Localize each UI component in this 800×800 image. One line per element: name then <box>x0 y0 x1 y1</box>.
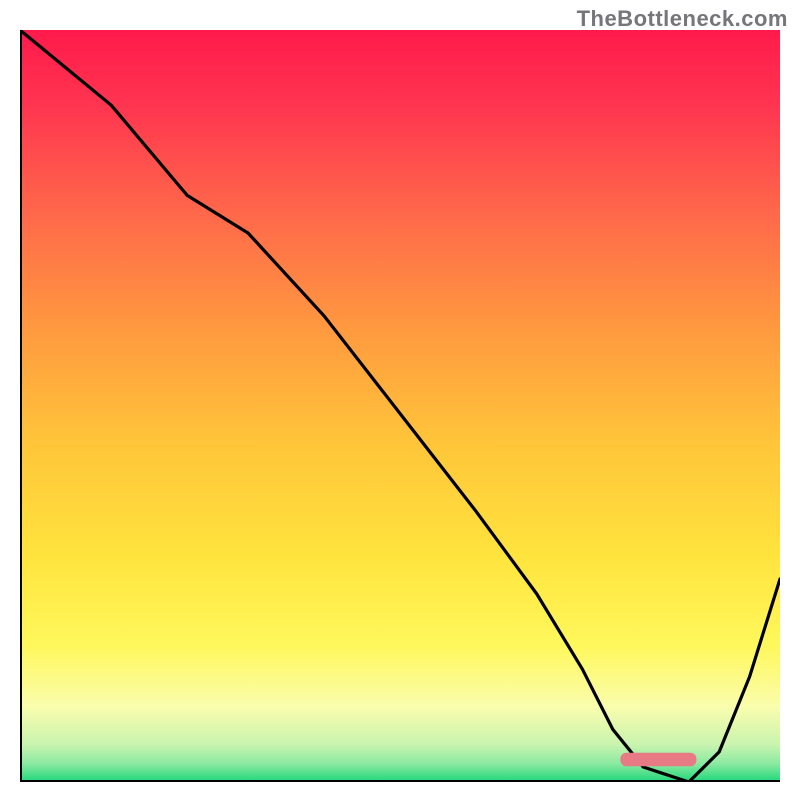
optimum-marker <box>620 753 696 767</box>
gradient-fill <box>20 30 780 782</box>
chart-container: TheBottleneck.com <box>0 0 800 800</box>
gradient-plot <box>20 30 780 782</box>
watermark-text: TheBottleneck.com <box>577 6 788 32</box>
